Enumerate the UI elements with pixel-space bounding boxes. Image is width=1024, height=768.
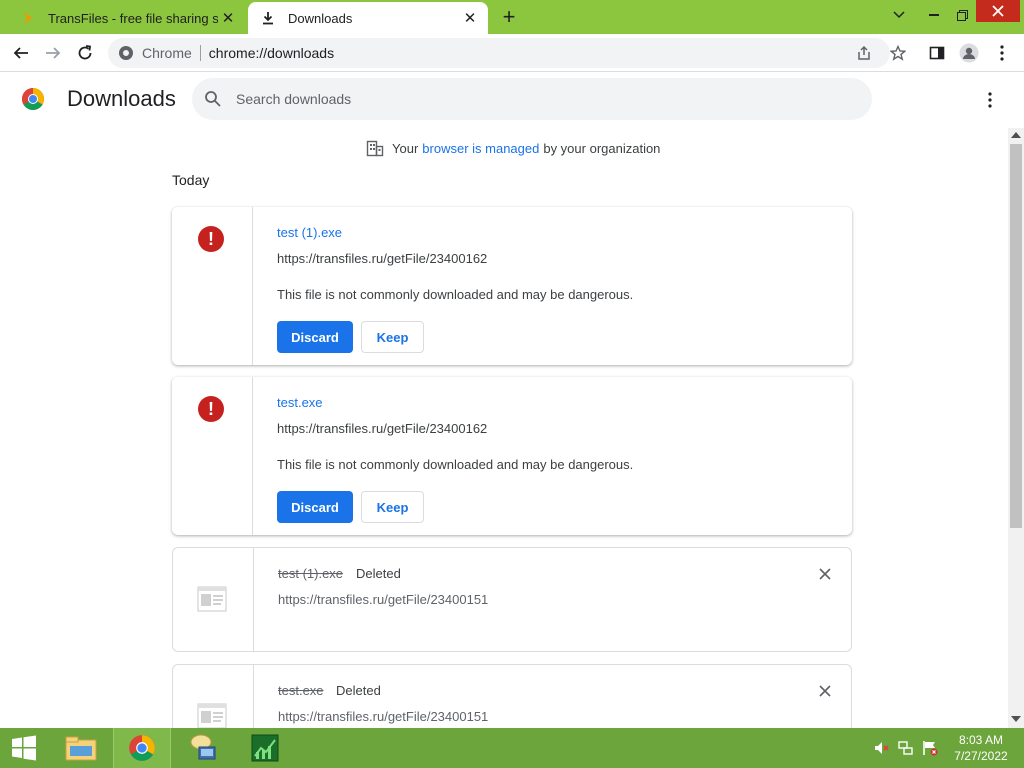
section-label: Today (172, 172, 210, 188)
tab-title: TransFiles - free file sharing serv (48, 10, 218, 26)
managed-suffix: by your organization (543, 140, 661, 156)
danger-icon: ! (198, 396, 224, 422)
keep-button[interactable]: Keep (361, 321, 424, 353)
scroll-up-icon[interactable] (1011, 132, 1021, 138)
danger-icon: ! (198, 226, 224, 252)
status-label: Deleted (336, 683, 381, 698)
taskbar: 8:03 AM 7/27/2022 (0, 728, 1024, 768)
start-icon[interactable] (0, 728, 48, 768)
close-icon[interactable] (976, 0, 1020, 22)
remove-icon[interactable] (817, 683, 833, 699)
icon-column: ! (172, 377, 253, 535)
file-url: https://transfiles.ru/getFile/23400151 (278, 592, 489, 607)
browser-toolbar: Chrome chrome://downloads (0, 34, 1024, 72)
page-scrollbar[interactable] (1008, 128, 1024, 728)
more-actions-icon[interactable] (978, 88, 1002, 112)
download-item: test (1).exe Deleted https://transfiles.… (172, 547, 852, 652)
transfiles-favicon (20, 10, 36, 26)
action-center-flag-icon[interactable] (922, 740, 938, 756)
menu-kebab-icon[interactable] (989, 40, 1015, 66)
site-label: Chrome (142, 45, 192, 61)
close-tab-icon[interactable]: ✕ (460, 8, 480, 28)
file-explorer-icon[interactable] (52, 728, 110, 768)
reload-icon[interactable] (72, 40, 98, 66)
file-name[interactable]: test (1).exe (277, 225, 342, 240)
new-tab-icon[interactable]: + (498, 4, 520, 29)
bookmark-star-icon[interactable] (885, 40, 911, 66)
icon-column (173, 548, 254, 651)
restore-icon[interactable] (946, 2, 978, 28)
managed-prefix: Your (392, 140, 419, 156)
system-clock[interactable]: 8:03 AM 7/27/2022 (946, 732, 1016, 764)
share-icon[interactable] (854, 43, 874, 63)
back-icon[interactable] (8, 40, 34, 66)
chrome-logo-icon (22, 88, 44, 110)
tab-downloads[interactable]: Downloads ✕ (248, 2, 488, 34)
keep-button[interactable]: Keep (361, 491, 424, 523)
file-icon (197, 703, 227, 729)
download-icon (260, 10, 276, 26)
discard-button[interactable]: Discard (277, 321, 353, 353)
address-bar[interactable]: Chrome chrome://downloads (108, 38, 890, 68)
discard-button[interactable]: Discard (277, 491, 353, 523)
file-name[interactable]: test.exe (277, 395, 323, 410)
tab-title: Downloads (288, 10, 353, 26)
network-icon[interactable] (898, 740, 914, 756)
file-url: https://transfiles.ru/getFile/23400162 (277, 251, 488, 266)
download-item: ! test (1).exe https://transfiles.ru/get… (172, 207, 852, 365)
clock-time: 8:03 AM (958, 733, 1004, 747)
forward-icon[interactable] (40, 40, 66, 66)
scrollbar-thumb[interactable] (1010, 144, 1022, 528)
side-panel-icon[interactable] (924, 40, 950, 66)
tab-strip: TransFiles - free file sharing serv ✕ Do… (0, 0, 1024, 34)
file-url: https://transfiles.ru/getFile/23400162 (277, 421, 488, 436)
close-tab-icon[interactable]: ✕ (218, 8, 238, 28)
icon-column: ! (172, 207, 253, 365)
download-item: ! test.exe https://transfiles.ru/getFile… (172, 377, 852, 535)
danger-warning: This file is not commonly downloaded and… (277, 287, 634, 302)
task-manager-icon[interactable] (236, 728, 294, 768)
search-downloads[interactable] (192, 78, 872, 120)
search-input[interactable] (236, 91, 796, 107)
file-name: test (1).exe (278, 566, 344, 581)
divider (199, 45, 201, 61)
chevron-down-icon[interactable] (883, 2, 915, 28)
chrome-site-icon (119, 46, 133, 60)
url-text[interactable]: chrome://downloads (209, 45, 334, 61)
managed-link[interactable]: browser is managed (422, 141, 539, 156)
danger-warning: This file is not commonly downloaded and… (277, 457, 634, 472)
file-name: test.exe (278, 683, 324, 698)
clock-date: 7/27/2022 (954, 749, 1008, 763)
tab-transfiles[interactable]: TransFiles - free file sharing serv ✕ (8, 2, 246, 34)
search-icon (205, 91, 221, 107)
downloads-header: Downloads (0, 72, 1024, 128)
status-label: Deleted (356, 566, 401, 581)
file-icon (197, 586, 227, 612)
profile-icon[interactable] (956, 40, 982, 66)
managed-notice: Your browser is managed by your organiza… (366, 139, 660, 157)
network-tool-icon[interactable] (174, 728, 232, 768)
chrome-icon[interactable] (113, 728, 171, 768)
file-url: https://transfiles.ru/getFile/23400151 (278, 709, 489, 724)
page-title: Downloads (67, 86, 176, 111)
building-icon (366, 140, 384, 157)
volume-muted-icon[interactable] (874, 740, 890, 756)
remove-icon[interactable] (817, 566, 833, 582)
scroll-down-icon[interactable] (1011, 716, 1021, 722)
